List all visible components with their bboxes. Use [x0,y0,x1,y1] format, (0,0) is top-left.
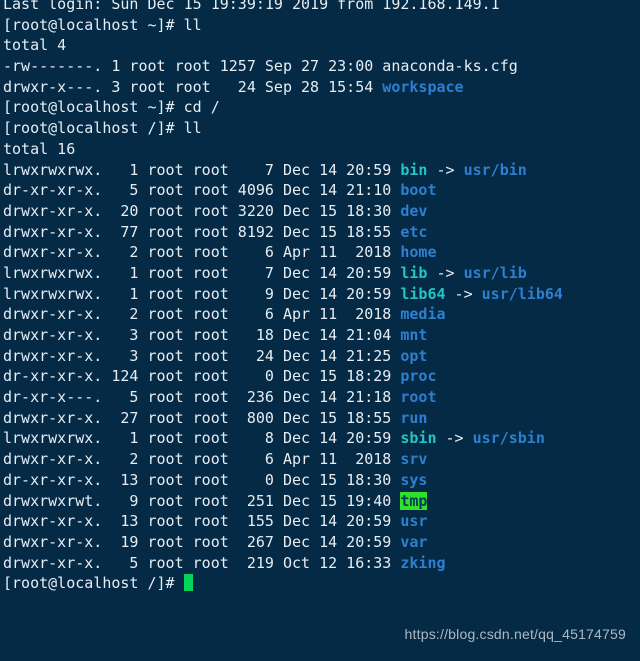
symlink-target: usr/lib [463,263,527,282]
terminal-window[interactable]: Last login: Sun Dec 15 19:39:19 2019 fro… [0,0,640,661]
command-line-1: [root@localhost ~]# ll [0,15,640,36]
listing-meta: drwxr-xr-x. 2 root root 6 Apr 11 2018 [3,450,401,469]
listing-name: proc [400,367,437,386]
listing-meta: lrwxrwxrwx. 1 root root 7 Dec 14 20:59 [3,160,401,179]
total-text: total 16 [3,139,76,158]
symlink-target: usr/lib64 [481,284,563,303]
listing-row: drwxr-xr-x. 2 root root 6 Apr 11 2018 sr… [0,449,640,470]
listing-meta: lrwxrwxrwx. 1 root root 7 Dec 14 20:59 [3,263,401,282]
listing-row: drwxr-xr-x. 3 root root 18 Dec 14 21:04 … [0,325,640,346]
listing-name: opt [400,346,428,365]
listing-name: srv [400,450,428,469]
listing-name: root [400,388,437,407]
listing-meta: drwxr-xr-x. 27 root root 800 Dec 15 18:5… [3,408,401,427]
shell-command: ll [183,15,202,34]
watermark-text: https://blog.csdn.net/qq_45174759 [404,626,626,643]
listing-row: dr-xr-xr-x. 5 root root 4096 Dec 14 21:1… [0,180,640,201]
listing-name: sys [400,470,428,489]
listing-name: sbin [400,429,437,448]
listing-row: dr-xr-xr-x. 13 root root 0 Dec 15 18:30 … [0,470,640,491]
listing-row: drwxr-xr-x. 19 root root 267 Dec 14 20:5… [0,532,640,553]
listing-row: drwxr-xr-x. 2 root root 6 Apr 11 2018 me… [0,304,640,325]
listing-meta: dr-xr-xr-x. 5 root root 4096 Dec 14 21:1… [3,181,401,200]
listing-name: usr [400,512,428,531]
shell-prompt: [root@localhost /]# [3,119,184,138]
total-line-root: total 16 [0,139,640,160]
listing-row: drwxr-xr-x. 13 root root 155 Dec 14 20:5… [0,511,640,532]
listing-meta: drwxr-xr-x. 20 root root 3220 Dec 15 18:… [3,201,401,220]
listing-meta: -rw-------. 1 root root 1257 Sep 27 23:0… [3,57,383,76]
listing-row: lrwxrwxrwx. 1 root root 8 Dec 14 20:59 s… [0,428,640,449]
total-line-home: total 4 [0,35,640,56]
listing-row: drwxr-xr-x. 77 root root 8192 Dec 15 18:… [0,222,640,243]
listing-meta: lrwxrwxrwx. 1 root root 8 Dec 14 20:59 [3,429,401,448]
listing-meta: drwxr-xr-x. 3 root root 18 Dec 14 21:04 [3,326,401,344]
text-cursor[interactable] [183,574,194,592]
listing-row: drwxrwxrwt. 9 root root 251 Dec 15 19:40… [0,491,640,512]
symlink-target: usr/bin [463,160,527,179]
listing-row: -rw-------. 1 root root 1257 Sep 27 23:0… [0,56,640,77]
shell-command: ll [183,119,202,138]
shell-prompt: [root@localhost /]# [3,574,184,593]
symlink-arrow-icon: -> [436,429,473,448]
listing-row: drwxr-xr-x. 2 root root 6 Apr 11 2018 ho… [0,242,640,263]
command-line-active: [root@localhost /]# [0,573,640,594]
listing-name: var [400,532,428,551]
symlink-arrow-icon: -> [445,284,482,303]
listing-row: lrwxrwxrwx. 1 root root 7 Dec 14 20:59 l… [0,263,640,284]
shell-prompt: [root@localhost ~]# [3,15,184,34]
listing-row: drwxr-xr-x. 27 root root 800 Dec 15 18:5… [0,408,640,429]
listing-meta: dr-xr-xr-x. 13 root root 0 Dec 15 18:30 [3,470,401,489]
listing-row: lrwxrwxrwx. 1 root root 9 Dec 14 20:59 l… [0,284,640,305]
terminal-screen: Last login: Sun Dec 15 19:39:19 2019 fro… [0,0,640,594]
listing-meta: dr-xr-xr-x. 124 root root 0 Dec 15 18:29 [3,367,401,386]
shell-prompt: [root@localhost ~]# [3,98,184,117]
listing-name: tmp [400,491,428,510]
command-line-3: [root@localhost /]# ll [0,118,640,139]
listing-meta: drwxr-xr-x. 2 root root 6 Apr 11 2018 [3,243,401,262]
listing-name: boot [400,181,437,200]
symlink-target: usr/sbin [472,429,545,448]
listing-meta: drwxr-xr-x. 19 root root 267 Dec 14 20:5… [3,532,401,551]
listing-meta: drwxr-xr-x. 3 root root 24 Dec 14 21:25 [3,346,401,365]
listing-name: anaconda-ks.cfg [382,57,518,76]
listing-name: workspace [382,77,464,96]
listing-meta: lrwxrwxrwx. 1 root root 9 Dec 14 20:59 [3,284,401,303]
listing-name: zking [400,553,446,572]
listing-meta: drwxr-xr-x. 5 root root 219 Oct 12 16:33 [3,553,401,572]
listing-row: drwxr-xr-x. 5 root root 219 Oct 12 16:33… [0,553,640,574]
login-banner-text: Last login: Sun Dec 15 19:39:19 2019 fro… [3,0,500,13]
listing-row: lrwxrwxrwx. 1 root root 7 Dec 14 20:59 b… [0,160,640,181]
listing-row: dr-xr-xr-x. 124 root root 0 Dec 15 18:29… [0,366,640,387]
listing-name: lib [400,263,428,282]
listing-row: drwxr-x---. 3 root root 24 Sep 28 15:54 … [0,77,640,98]
listing-name: dev [400,201,428,220]
listing-meta: dr-xr-x---. 5 root root 236 Dec 14 21:18 [3,388,401,407]
listing-name: etc [400,222,428,241]
listing-meta: drwxr-x---. 3 root root 24 Sep 28 15:54 [3,77,383,96]
listing-name: lib64 [400,284,446,303]
symlink-arrow-icon: -> [427,263,464,282]
listing-name: bin [400,160,428,179]
listing-row: drwxr-xr-x. 20 root root 3220 Dec 15 18:… [0,201,640,222]
listing-name: run [400,408,428,427]
listing-meta: drwxrwxrwt. 9 root root 251 Dec 15 19:40 [3,491,401,510]
listing-name: mnt [400,326,428,344]
shell-command: cd / [183,98,220,117]
command-line-2: [root@localhost ~]# cd / [0,97,640,118]
total-text: total 4 [3,36,67,55]
listing-name: media [400,305,446,324]
listing-name: home [400,243,437,262]
listing-meta: drwxr-xr-x. 2 root root 6 Apr 11 2018 [3,305,401,324]
listing-meta: drwxr-xr-x. 13 root root 155 Dec 14 20:5… [3,512,401,531]
listing-meta: drwxr-xr-x. 77 root root 8192 Dec 15 18:… [3,222,401,241]
login-banner: Last login: Sun Dec 15 19:39:19 2019 fro… [0,0,640,15]
listing-row: dr-xr-x---. 5 root root 236 Dec 14 21:18… [0,387,640,408]
listing-row: drwxr-xr-x. 3 root root 24 Dec 14 21:25 … [0,346,640,367]
symlink-arrow-icon: -> [427,160,464,179]
